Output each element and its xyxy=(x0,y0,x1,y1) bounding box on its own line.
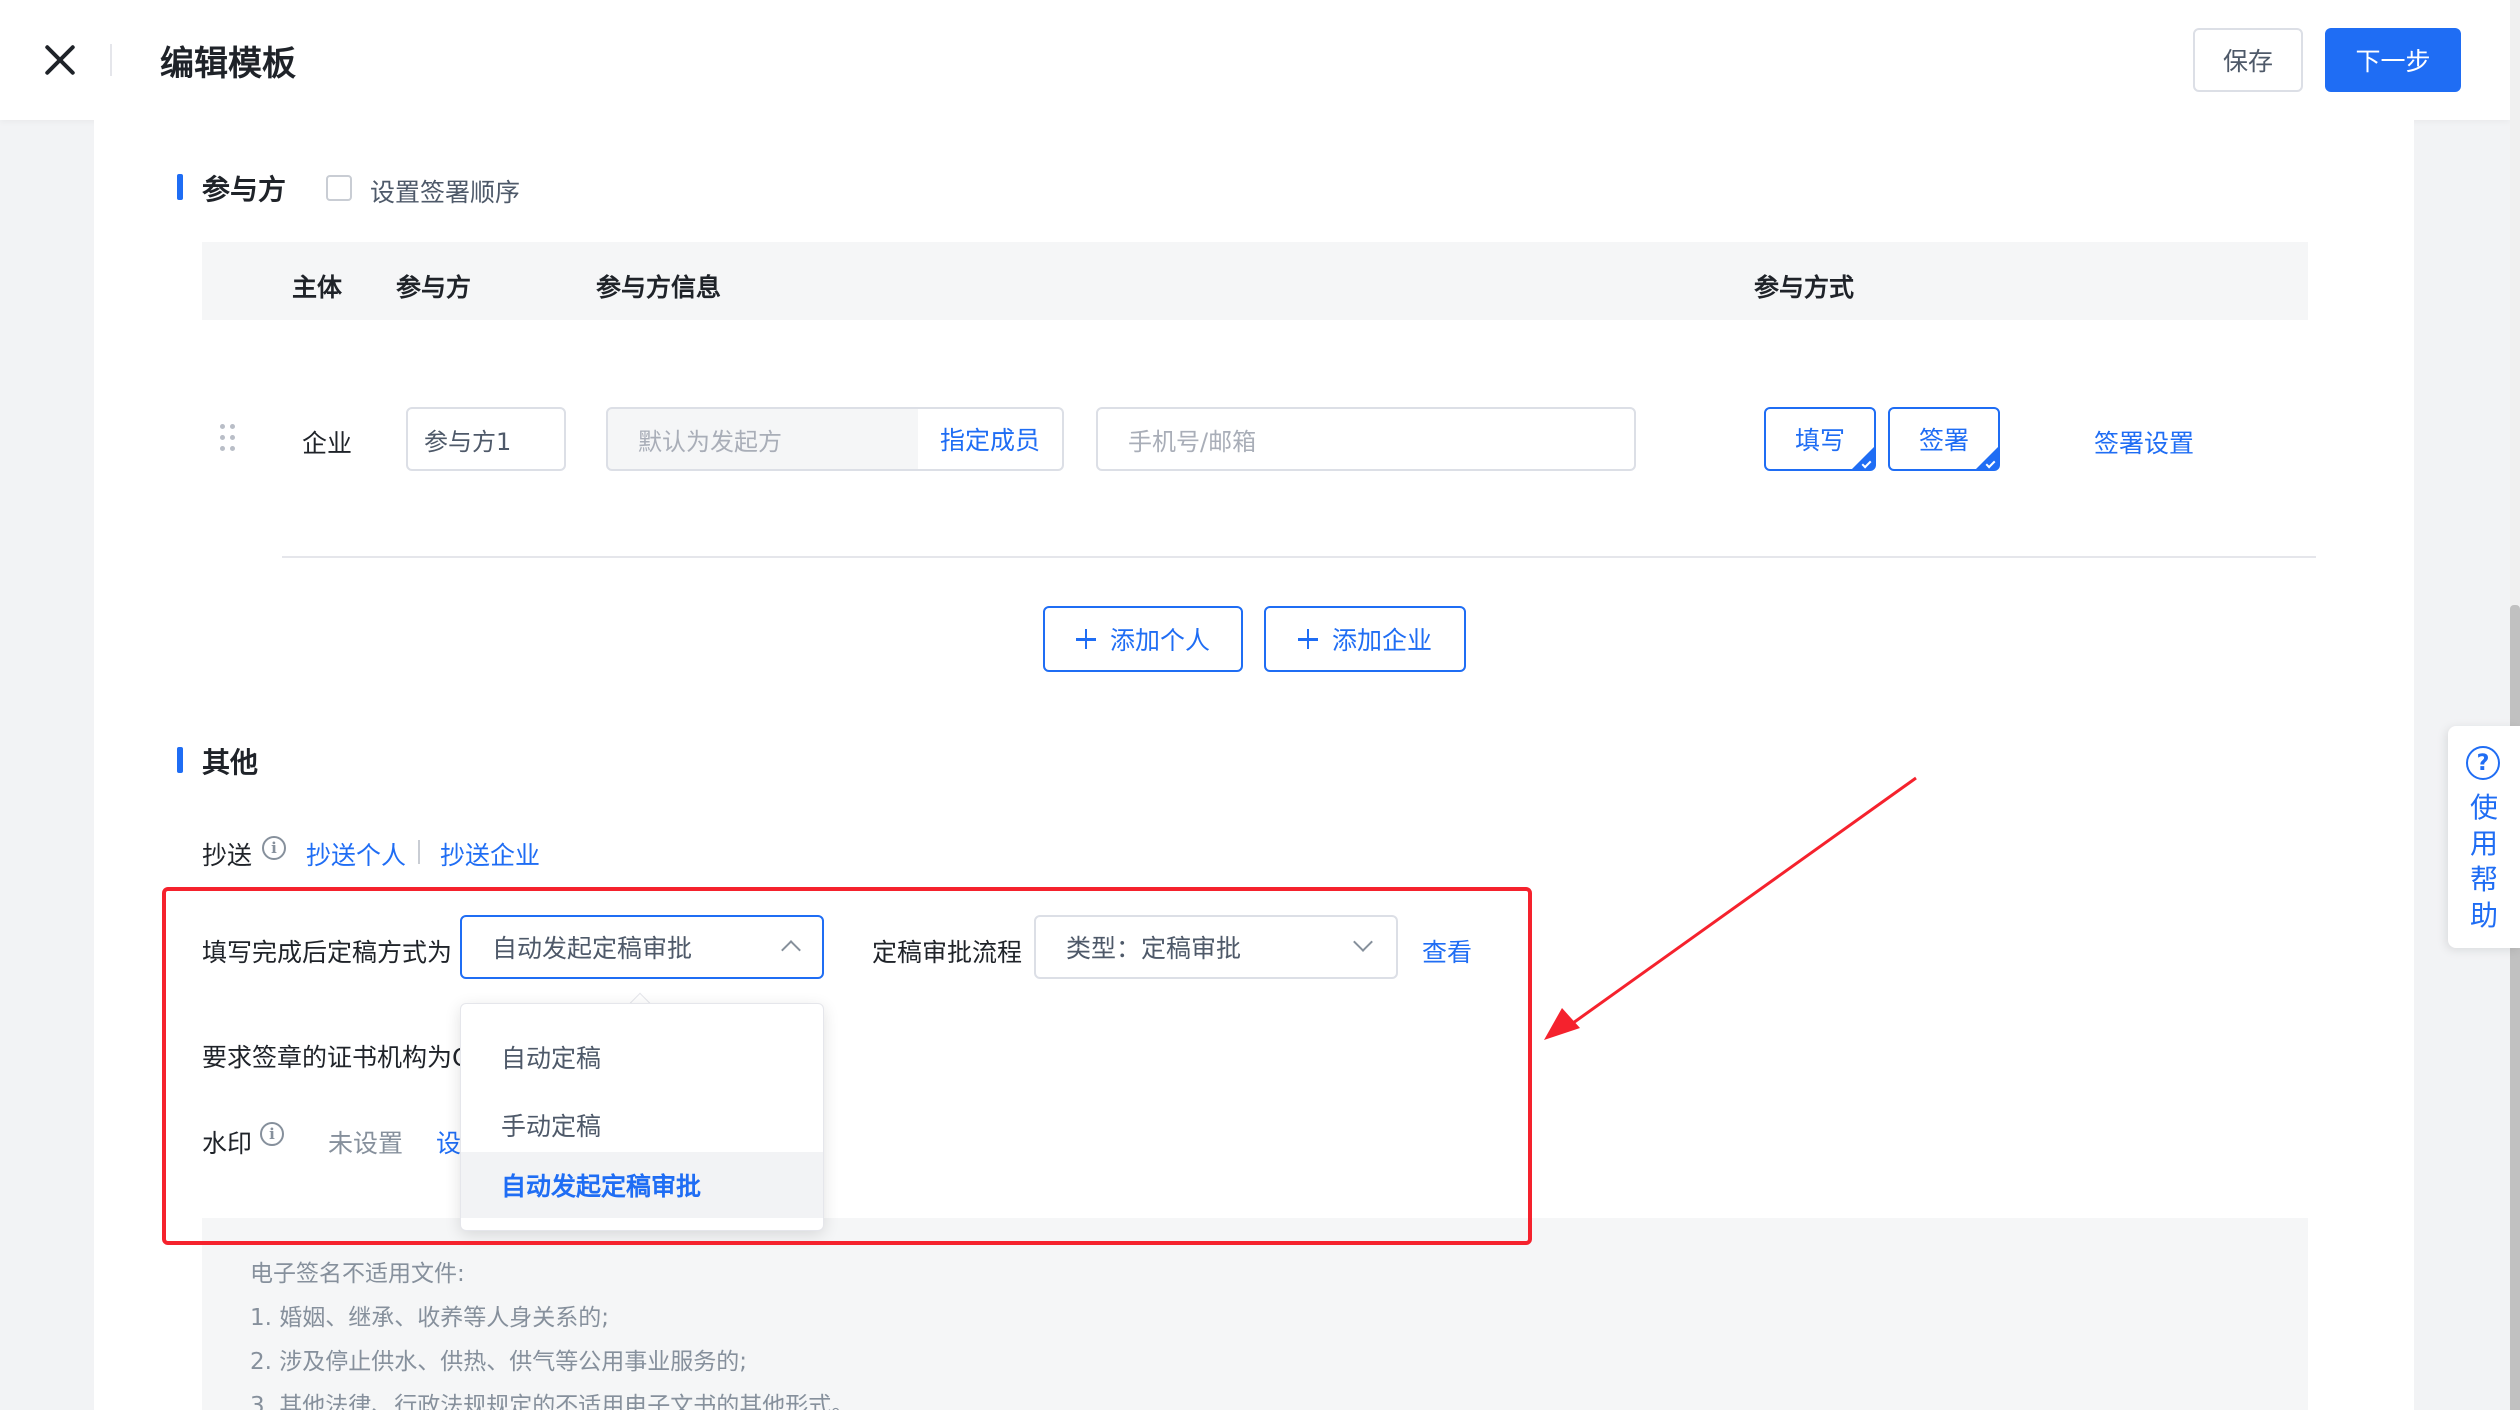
help-icon: ? xyxy=(2466,746,2500,780)
annotation-arrow xyxy=(1544,776,1917,1040)
help-widget[interactable]: ? 使用帮助 xyxy=(2448,726,2520,948)
help-text: 使用帮助 xyxy=(2469,791,2498,932)
arrow-line xyxy=(1565,776,1917,1030)
arrow-head xyxy=(1544,1008,1580,1040)
